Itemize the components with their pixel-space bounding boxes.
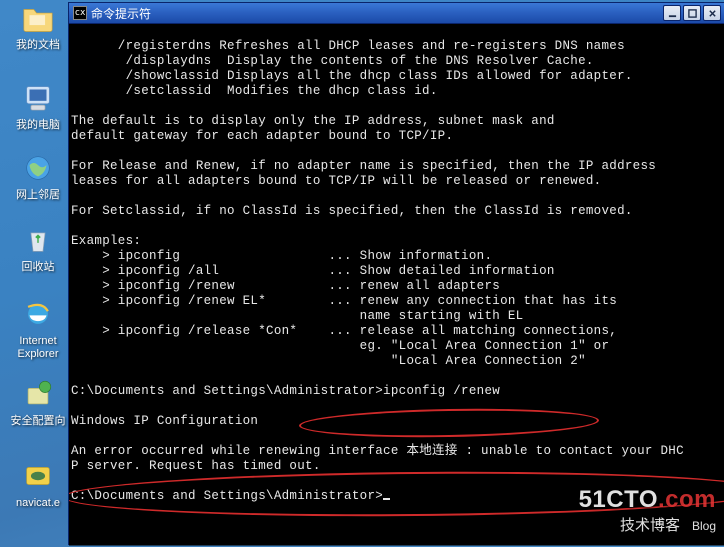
output-line: For Setclassid, if no ClassId is specifi… [71, 204, 633, 218]
maximize-button[interactable] [683, 5, 701, 21]
prompt-line-1: C:\Documents and Settings\Administrator>… [71, 384, 500, 398]
desktop-icon-network-places[interactable]: 网上邻居 [8, 150, 68, 202]
minimize-button[interactable] [663, 5, 681, 21]
output-line: "Local Area Connection 2" [71, 354, 586, 368]
close-button[interactable] [703, 5, 721, 21]
titlebar[interactable]: cx 命令提示符 [69, 3, 724, 24]
network-icon [20, 150, 56, 186]
error-line: P server. Request has timed out. [71, 459, 321, 473]
error-line: An error occurred while renewing interfa… [71, 444, 684, 458]
desktop-icon-internet-explorer[interactable]: Internet Explorer [8, 296, 68, 361]
output-line: eg. "Local Area Connection 1" or [71, 339, 609, 353]
desktop-icon-security-config[interactable]: 安全配置向 [8, 376, 68, 428]
desktop-icon-my-documents[interactable]: 我的文档 [8, 0, 68, 52]
output-line: /setclassid Modifies the dhcp class id. [71, 84, 438, 98]
output-line: > ipconfig /all ... Show detailed inform… [71, 264, 555, 278]
icon-label: 网上邻居 [16, 189, 60, 201]
output-line: /registerdns Refreshes all DHCP leases a… [71, 39, 625, 53]
command-prompt-window: cx 命令提示符 /registerdns Refreshes all DHCP… [68, 2, 724, 545]
icon-label: 我的电脑 [16, 119, 60, 131]
desktop: 我的文档 我的电脑 网上邻居 回收站 Internet Explorer 安全配… [0, 0, 724, 547]
prompt-line-2: C:\Documents and Settings\Administrator> [71, 489, 390, 503]
output-line: default gateway for each adapter bound t… [71, 129, 453, 143]
output-line: name starting with EL [71, 309, 523, 323]
output-line: /displaydns Display the contents of the … [71, 54, 594, 68]
output-line: For Release and Renew, if no adapter nam… [71, 159, 656, 173]
ie-icon [20, 296, 56, 332]
icon-label: 我的文档 [16, 39, 60, 51]
window-title: 命令提示符 [91, 5, 663, 22]
output-line: > ipconfig /release *Con* ... release al… [71, 324, 617, 338]
navicat-icon [20, 458, 56, 494]
icon-label: 回收站 [22, 261, 55, 273]
output-line: > ipconfig ... Show information. [71, 249, 492, 263]
output-line: Examples: [71, 234, 141, 248]
output-line: > ipconfig /renew EL* ... renew any conn… [71, 294, 617, 308]
output-line: /showclassid Displays all the dhcp class… [71, 69, 633, 83]
terminal-output[interactable]: /registerdns Refreshes all DHCP leases a… [69, 24, 724, 545]
desktop-icon-navicat[interactable]: navicat.e [8, 458, 68, 510]
output-line: leases for all adapters bound to TCP/IP … [71, 174, 601, 188]
annotation-circle-command [299, 406, 599, 439]
cursor [383, 498, 390, 500]
icon-label: Internet Explorer [18, 335, 59, 360]
computer-icon [20, 80, 56, 116]
desktop-icon-my-computer[interactable]: 我的电脑 [8, 80, 68, 132]
cmd-icon: cx [73, 6, 87, 20]
recycle-bin-icon [20, 222, 56, 258]
security-wizard-icon [20, 376, 56, 412]
desktop-icon-recycle-bin[interactable]: 回收站 [8, 222, 68, 274]
icon-label: 安全配置向 [11, 415, 66, 427]
folder-icon [20, 0, 56, 36]
output-line: The default is to display only the IP ad… [71, 114, 555, 128]
output-line: Windows IP Configuration [71, 414, 258, 428]
output-line: > ipconfig /renew ... renew all adapters [71, 279, 500, 293]
icon-label: navicat.e [16, 497, 60, 509]
